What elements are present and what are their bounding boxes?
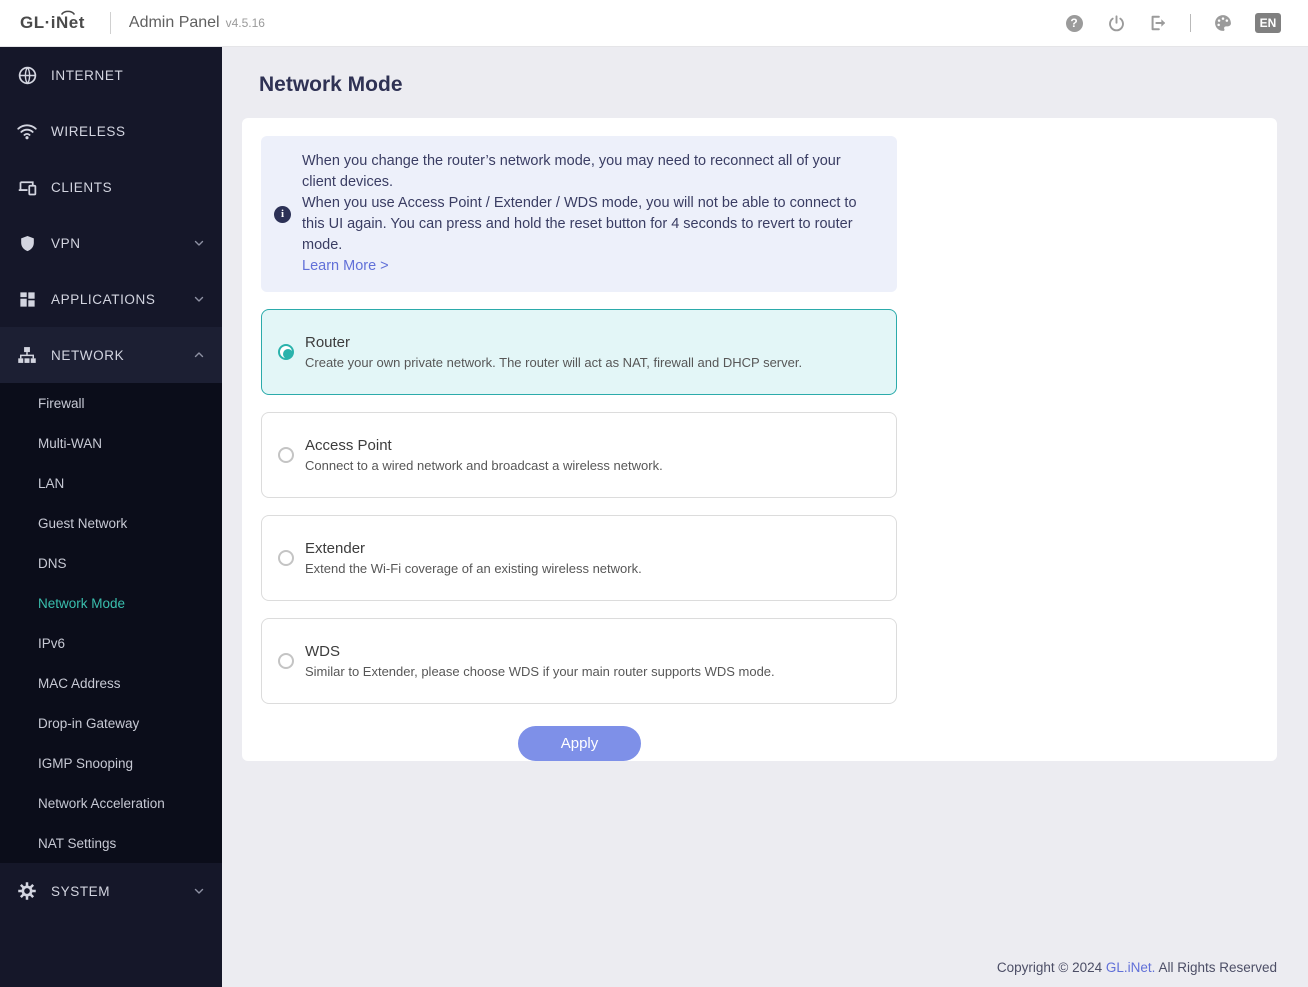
sidebar-item-label: SYSTEM — [51, 883, 111, 899]
footer-copyright: Copyright © 2024 GL.iNet. All Rights Res… — [997, 960, 1277, 975]
submenu-item-guest-network[interactable]: Guest Network — [0, 503, 222, 543]
info-alert: i When you change the router’s network m… — [261, 136, 897, 292]
language-selector[interactable]: EN — [1255, 13, 1281, 33]
sidebar-item-applications[interactable]: APPLICATIONS — [0, 271, 222, 327]
footer-gl-inet-link[interactable]: GL.iNet. — [1106, 960, 1156, 975]
sidebar: INTERNET WIRELESS CLIENTS VPN APPLICATIO… — [0, 47, 222, 987]
top-bar: GL·iNet Admin Panel v4.5.16 ? EN — [0, 0, 1308, 47]
option-access-point[interactable]: Access Point Connect to a wired network … — [261, 412, 897, 498]
footer-prefix: Copyright © 2024 — [996, 960, 1106, 975]
logout-icon[interactable] — [1148, 13, 1168, 33]
router-radio[interactable] — [278, 344, 294, 360]
option-wds[interactable]: WDS Similar to Extender, please choose W… — [261, 618, 897, 704]
gear-icon — [16, 880, 38, 902]
network-submenu: Firewall Multi-WAN LAN Guest Network DNS… — [0, 383, 222, 863]
app-version: v4.5.16 — [225, 16, 265, 30]
page-title: Network Mode — [259, 73, 403, 96]
submenu-item-nat-settings[interactable]: NAT Settings — [0, 823, 222, 863]
theme-palette-icon[interactable] — [1213, 13, 1233, 33]
sidebar-item-label: CLIENTS — [51, 179, 113, 195]
shield-icon — [16, 232, 38, 254]
submenu-item-lan[interactable]: LAN — [0, 463, 222, 503]
apply-button[interactable]: Apply — [518, 726, 641, 761]
learn-more-link[interactable]: Learn More > — [302, 256, 389, 277]
footer-suffix: All Rights Reserved — [1155, 960, 1277, 975]
logo-wifi-arc-icon — [61, 10, 75, 15]
wifi-icon — [16, 120, 38, 142]
help-icon[interactable]: ? — [1064, 13, 1084, 33]
app-title: Admin Panel — [128, 14, 220, 31]
submenu-item-network-mode[interactable]: Network Mode — [0, 583, 222, 623]
info-icon: i — [274, 205, 291, 223]
chevron-down-icon — [194, 240, 204, 246]
submenu-item-dns[interactable]: DNS — [0, 543, 222, 583]
sidebar-item-label: WIRELESS — [51, 123, 126, 139]
submenu-item-network-acceleration[interactable]: Network Acceleration — [0, 783, 222, 823]
submenu-item-igmp-snooping[interactable]: IGMP Snooping — [0, 743, 222, 783]
logo-text: GL·iNet — [20, 13, 85, 32]
sidebar-item-clients[interactable]: CLIENTS — [0, 159, 222, 215]
option-title: WDS — [305, 643, 340, 660]
sidebar-item-label: VPN — [51, 235, 81, 251]
option-description: Create your own private network. The rou… — [305, 355, 803, 370]
option-router[interactable]: Router Create your own private network. … — [261, 309, 897, 395]
submenu-item-multi-wan[interactable]: Multi-WAN — [0, 423, 222, 463]
globe-icon — [16, 64, 38, 86]
chevron-down-icon — [194, 296, 204, 302]
info-line-1: When you change the router’s network mod… — [302, 153, 841, 190]
sidebar-item-vpn[interactable]: VPN — [0, 215, 222, 271]
sidebar-item-internet[interactable]: INTERNET — [0, 47, 222, 103]
wds-radio[interactable] — [278, 653, 294, 669]
header-divider — [109, 12, 111, 34]
sidebar-item-label: APPLICATIONS — [51, 291, 156, 307]
chevron-up-icon — [194, 352, 204, 358]
submenu-item-firewall[interactable]: Firewall — [0, 383, 222, 423]
option-description: Extend the Wi-Fi coverage of an existing… — [305, 561, 642, 576]
option-extender[interactable]: Extender Extend the Wi-Fi coverage of an… — [261, 515, 897, 601]
sidebar-item-label: NETWORK — [51, 347, 125, 363]
option-description: Similar to Extender, please choose WDS i… — [305, 664, 775, 679]
grid-icon — [16, 288, 38, 310]
option-title: Router — [305, 334, 351, 351]
devices-icon — [16, 176, 38, 198]
sidebar-item-wireless[interactable]: WIRELESS — [0, 103, 222, 159]
submenu-item-mac-address[interactable]: MAC Address — [0, 663, 222, 703]
sitemap-icon — [16, 344, 38, 366]
sidebar-item-label: INTERNET — [51, 67, 124, 83]
option-description: Connect to a wired network and broadcast… — [305, 458, 663, 473]
sidebar-item-network[interactable]: NETWORK — [0, 327, 222, 383]
header-icons-divider — [1190, 14, 1191, 32]
logo: GL·iNet — [20, 10, 85, 33]
info-line-2: When you use Access Point / Extender / W… — [302, 195, 857, 253]
network-mode-panel: i When you change the router’s network m… — [242, 118, 1277, 761]
chevron-down-icon — [194, 888, 204, 894]
submenu-item-ipv6[interactable]: IPv6 — [0, 623, 222, 663]
extender-radio[interactable] — [278, 550, 294, 566]
main-content: Network Mode i When you change the route… — [222, 47, 1308, 987]
submenu-item-drop-in-gateway[interactable]: Drop-in Gateway — [0, 703, 222, 743]
access-point-radio[interactable] — [278, 447, 294, 463]
option-title: Access Point — [305, 437, 392, 454]
power-icon[interactable] — [1106, 13, 1126, 33]
sidebar-item-system[interactable]: SYSTEM — [0, 863, 222, 919]
option-title: Extender — [305, 540, 366, 557]
